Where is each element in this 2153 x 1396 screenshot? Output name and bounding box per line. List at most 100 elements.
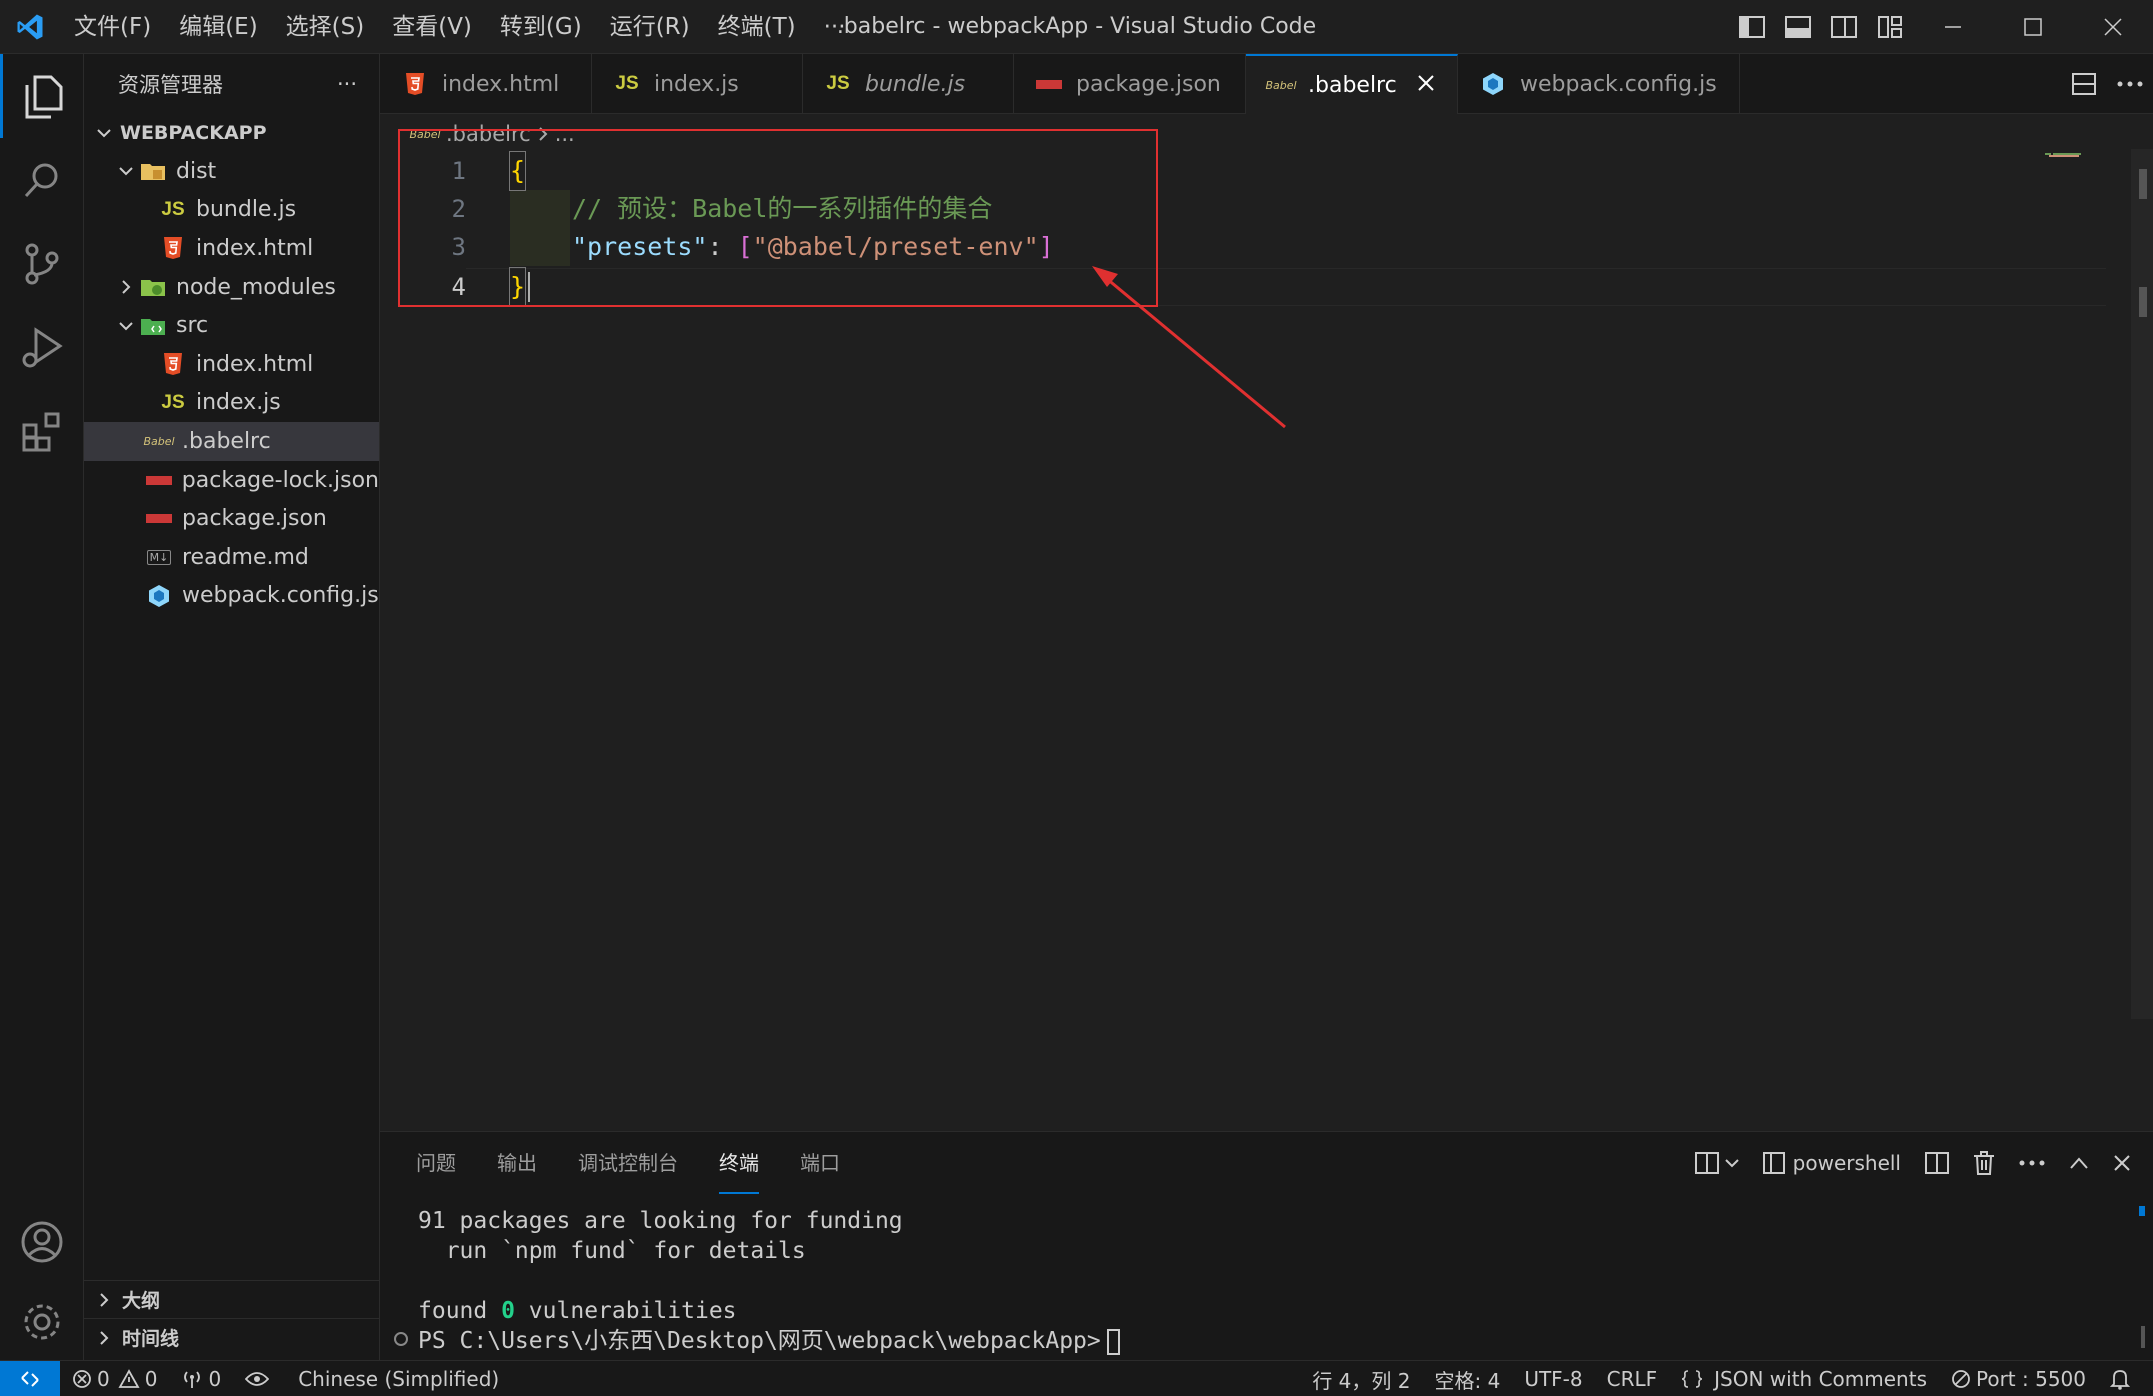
menu-view[interactable]: 查看(V)	[378, 0, 486, 54]
scroll-thumb[interactable]	[2139, 169, 2147, 199]
menu-edit[interactable]: 编辑(E)	[165, 0, 271, 54]
terminal-text: vulnerabilities	[514, 1298, 737, 1324]
workspace-root[interactable]: WEBPACKAPP	[84, 114, 379, 152]
split-editor-button[interactable]	[2061, 57, 2107, 111]
tree-item-src-index-js[interactable]: JS index.js	[84, 384, 379, 423]
search-icon	[24, 163, 58, 198]
maximize-panel-button[interactable]	[2057, 1132, 2101, 1194]
encoding-status[interactable]: UTF-8	[1512, 1361, 1594, 1396]
tree-item-package-json[interactable]: package.json	[84, 499, 379, 538]
toggle-panel-button[interactable]	[1775, 0, 1821, 54]
close-icon	[1418, 74, 1434, 91]
terminal-scroll-marker	[2139, 1206, 2145, 1216]
menu-terminal[interactable]: 终端(T)	[704, 0, 810, 54]
tree-item-dist-index-html[interactable]: index.html	[84, 229, 379, 268]
broadcast-icon	[184, 1370, 201, 1388]
timeline-section[interactable]: 时间线	[84, 1318, 380, 1356]
tree-item-babelrc[interactable]: Babel .babelrc	[84, 422, 379, 461]
tab-index-js[interactable]: JS index.js	[592, 54, 803, 114]
toggle-primary-sidebar-button[interactable]	[1729, 0, 1775, 54]
minimap[interactable]	[2045, 153, 2085, 157]
sidebar-header: 资源管理器 ···	[84, 54, 379, 114]
close-tab-button[interactable]	[1417, 73, 1435, 98]
indentation-status[interactable]: 空格: 4	[1422, 1361, 1512, 1396]
search-button[interactable]	[0, 138, 84, 222]
source-control-button[interactable]	[0, 222, 84, 306]
vulnerability-count: 0	[501, 1298, 515, 1324]
language-pack-status[interactable]: Chinese (Simplified)	[286, 1361, 511, 1396]
run-debug-button[interactable]	[0, 306, 84, 390]
extensions-button[interactable]	[0, 390, 84, 474]
remote-button[interactable]	[0, 1360, 60, 1396]
tree-item-src[interactable]: src	[84, 306, 379, 345]
menu-run[interactable]: 运行(R)	[596, 0, 704, 54]
toggle-secondary-sidebar-button[interactable]	[1821, 0, 1867, 54]
tree-item-readme-md[interactable]: M↓ readme.md	[84, 538, 379, 577]
accounts-button[interactable]	[0, 1200, 84, 1284]
kill-terminal-button[interactable]	[1961, 1132, 2007, 1194]
no-entry-icon	[1952, 1370, 1970, 1388]
ports-status[interactable]: 0	[169, 1361, 233, 1396]
js-file-icon: JS	[615, 73, 639, 94]
live-share-status[interactable]	[233, 1361, 286, 1396]
folder-src-icon	[138, 316, 168, 336]
maximize-button[interactable]	[1993, 0, 2073, 54]
tree-item-src-index-html[interactable]: index.html	[84, 345, 379, 384]
folder-icon	[138, 161, 168, 181]
menu-go[interactable]: 转到(G)	[486, 0, 596, 54]
outline-section[interactable]: 大纲	[84, 1280, 380, 1318]
tree-item-dist[interactable]: dist	[84, 152, 379, 191]
tree-item-node-modules[interactable]: node_modules	[84, 268, 379, 307]
sidebar-more-button[interactable]: ···	[337, 72, 357, 96]
panel-tab-problems[interactable]: 问题	[416, 1132, 456, 1194]
cursor-position-status[interactable]: 行 4，列 2	[1300, 1361, 1422, 1396]
tab-index-html[interactable]: index.html	[380, 54, 592, 114]
panel-tab-terminal[interactable]: 终端	[719, 1132, 759, 1194]
panel-tab-debug-console[interactable]: 调试控制台	[578, 1132, 678, 1194]
terminal-instance[interactable]: powershell	[1751, 1132, 1913, 1194]
js-file-icon: JS	[161, 198, 185, 220]
code-editor[interactable]: Babel .babelrc ... 1 { 2 // 预设：Babel的一系列…	[380, 115, 2153, 1131]
layout-sidebar-left-icon	[1739, 16, 1765, 38]
close-panel-button[interactable]	[2101, 1132, 2153, 1194]
language-mode-label: JSON with Comments	[1714, 1367, 1927, 1391]
editor-more-actions-button[interactable]	[2107, 57, 2153, 111]
tab-bundle-js[interactable]: JS bundle.js	[803, 54, 1014, 114]
terminal-scrollbar[interactable]	[2141, 1326, 2145, 1348]
command-decoration-icon[interactable]	[394, 1332, 408, 1346]
terminal-icon	[1762, 1152, 1785, 1174]
explorer-button[interactable]	[0, 54, 84, 138]
bell-icon	[2110, 1370, 2130, 1390]
menu-more[interactable]: ···	[810, 0, 860, 54]
notifications-button[interactable]	[2098, 1361, 2153, 1396]
live-server-status[interactable]: Port : 5500	[1939, 1361, 2098, 1396]
manage-button[interactable]	[0, 1280, 84, 1364]
tree-item-package-lock-json[interactable]: package-lock.json	[84, 461, 379, 500]
tree-item-bundle-js[interactable]: JS bundle.js	[84, 191, 379, 230]
new-terminal-dropdown-button[interactable]	[1683, 1132, 1751, 1194]
panel-more-actions-button[interactable]	[2007, 1132, 2057, 1194]
language-mode-status[interactable]: JSON with Comments	[1669, 1361, 1939, 1396]
tab-babelrc[interactable]: Babel .babelrc	[1246, 54, 1458, 114]
tree-item-label: index.js	[196, 390, 281, 416]
menu-selection[interactable]: 选择(S)	[272, 0, 379, 54]
tab-webpack-config-js[interactable]: webpack.config.js	[1458, 54, 1740, 114]
terminal-prompt-line[interactable]: PS C:\Users\小东西\Desktop\网页\webpack\webpa…	[418, 1326, 1120, 1356]
editor-scrollbar[interactable]	[2131, 149, 2153, 1019]
close-window-button[interactable]	[2073, 0, 2153, 54]
tree-item-webpack-config-js[interactable]: webpack.config.js	[84, 577, 379, 616]
panel-tab-ports[interactable]: 端口	[800, 1132, 840, 1194]
npm-file-icon	[144, 514, 174, 524]
npm-file-icon	[144, 475, 174, 485]
tree-item-label: package-lock.json	[181, 467, 379, 493]
menu-file[interactable]: 文件(F)	[60, 0, 165, 54]
eol-status[interactable]: CRLF	[1595, 1361, 1670, 1396]
tab-package-json[interactable]: package.json	[1014, 54, 1246, 114]
minimize-button[interactable]	[1913, 0, 1993, 54]
customize-layout-button[interactable]	[1867, 0, 1913, 54]
problems-status[interactable]: 0 0	[60, 1361, 169, 1396]
panel-tab-output[interactable]: 输出	[497, 1132, 537, 1194]
chevron-right-icon	[114, 279, 138, 295]
split-terminal-button[interactable]	[1913, 1132, 1961, 1194]
more-icon	[2019, 1160, 2045, 1166]
